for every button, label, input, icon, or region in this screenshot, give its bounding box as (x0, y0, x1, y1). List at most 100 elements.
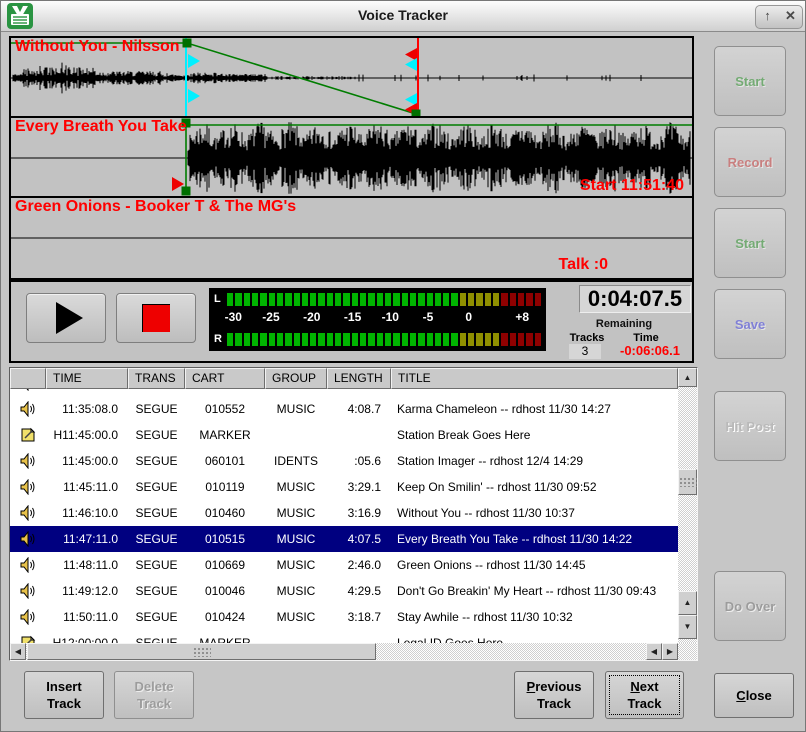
cell-group: IDENTS (265, 454, 327, 468)
scroll-right-icon[interactable]: ▶ (662, 643, 678, 660)
cell-title: Karma Chameleon -- rdhost 11/30 14:27 (391, 402, 678, 416)
vertical-scroll-thumb[interactable] (678, 469, 697, 495)
cell-group: MUSIC (265, 480, 327, 494)
track-1[interactable]: Without You - Nilsson (11, 38, 692, 118)
cell-cart: 010119 (185, 480, 265, 494)
next-track-button[interactable]: NextTrack (605, 671, 684, 719)
log-row[interactable]: 11:49:12.0SEGUE010046MUSIC4:29.5Don't Go… (10, 578, 678, 604)
scroll-up-2-icon[interactable]: ▲ (678, 591, 697, 615)
scrollbar-corner (678, 643, 697, 660)
meter-segment (385, 333, 391, 346)
column-header-TRANS[interactable]: TRANS (128, 368, 185, 389)
voice-tracker-window: Voice Tracker ↑ ✕ Wi (0, 0, 806, 732)
meter-segment (244, 293, 250, 306)
close-icon[interactable]: ✕ (779, 6, 802, 28)
log-table-body: 11:35:08.0SEGUE010552MUSIC4:08.7Karma Ch… (10, 389, 678, 643)
meter-scale-label: -10 (382, 310, 399, 324)
scroll-down-icon[interactable]: ▼ (678, 615, 697, 639)
column-header-icon[interactable] (10, 368, 46, 389)
do-over-button[interactable]: Do Over (714, 571, 786, 641)
log-row[interactable]: 11:50:11.0SEGUE010424MUSIC3:18.7Stay Awh… (10, 604, 678, 630)
meter-segment (402, 293, 408, 306)
column-header-CART[interactable]: CART (185, 368, 265, 389)
track-2[interactable]: Every Breath You Take Start 11:51:40 (11, 118, 692, 198)
meter-scale-label: 0 (465, 310, 472, 324)
meter-segment (335, 333, 341, 346)
play-button[interactable] (26, 293, 106, 343)
log-row[interactable]: 11:35:08.0SEGUE010552MUSIC4:08.7Karma Ch… (10, 396, 678, 422)
vertical-scrollbar[interactable]: ▲ ▲ ▼ (678, 368, 697, 643)
start-2-button[interactable]: Start (714, 208, 786, 278)
meter-segment (310, 293, 316, 306)
column-header-LENGTH[interactable]: LENGTH (327, 368, 391, 389)
meter-segment (252, 333, 258, 346)
delete-track-button[interactable]: DeleteTrack (114, 671, 194, 719)
meter-segment (435, 293, 441, 306)
scroll-left-2-icon[interactable]: ◀ (646, 643, 662, 660)
cell-time: 11:49:12.0 (46, 584, 128, 598)
cell-cart: 010552 (185, 402, 265, 416)
cell-length: 4:08.7 (327, 402, 391, 416)
meter-segment (318, 333, 324, 346)
meter-scale-label: -5 (423, 310, 434, 324)
cell-cart: MARKER (185, 636, 265, 643)
meter-segment (385, 293, 391, 306)
speaker-icon (10, 531, 46, 547)
cell-trans: SEGUE (128, 610, 185, 624)
meter-left-segments (227, 293, 541, 306)
play-icon (56, 302, 83, 334)
track-3[interactable]: Green Onions - Booker T & The MG's Talk … (11, 198, 692, 282)
close-button[interactable]: Close (714, 673, 794, 718)
scroll-up-icon[interactable]: ▲ (678, 368, 697, 387)
cell-trans: SEGUE (128, 506, 185, 520)
horizontal-scrollbar[interactable]: ◀ ◀ ▶ (10, 643, 678, 660)
meter-segment (485, 333, 491, 346)
column-header-GROUP[interactable]: GROUP (265, 368, 327, 389)
start-1-button[interactable]: Start (714, 46, 786, 116)
meter-segment (410, 333, 416, 346)
track-2-title: Every Breath You Take (15, 118, 187, 136)
maximize-icon[interactable]: ↑ (756, 6, 779, 28)
meter-segment (360, 333, 366, 346)
meter-scale-label: -20 (303, 310, 320, 324)
cell-title: Keep On Smilin' -- rdhost 11/30 09:52 (391, 480, 678, 494)
meter-segment (418, 293, 424, 306)
cell-time: 11:45:11.0 (46, 480, 128, 494)
marker-icon (10, 635, 46, 643)
previous-track-button[interactable]: PreviousTrack (514, 671, 594, 719)
log-row[interactable]: H12:00:00.0SEGUEMARKERLegal ID Goes Here (10, 630, 678, 643)
waveform-panel: Without You - Nilsson Every Breath You T… (9, 36, 694, 363)
log-row[interactable]: 11:45:11.0SEGUE010119MUSIC3:29.1Keep On … (10, 474, 678, 500)
log-row[interactable] (10, 389, 678, 396)
thumb-grip (193, 647, 211, 657)
track-3-title: Green Onions - Booker T & The MG's (15, 198, 296, 216)
meter-segment (269, 293, 275, 306)
column-header-TITLE[interactable]: TITLE (391, 368, 678, 389)
hit-post-button[interactable]: Hit Post (714, 391, 786, 461)
column-header-TIME[interactable]: TIME (46, 368, 128, 389)
log-row[interactable]: 11:48:11.0SEGUE010669MUSIC2:46.0Green On… (10, 552, 678, 578)
save-button[interactable]: Save (714, 289, 786, 359)
horizontal-scroll-thumb[interactable] (27, 643, 376, 660)
remaining-time-value: -0:06:06.1 (609, 343, 691, 359)
cell-title: Don't Go Breakin' My Heart -- rdhost 11/… (391, 584, 678, 598)
meter-segment (451, 333, 457, 346)
cell-cart: 010046 (185, 584, 265, 598)
meter-segment (360, 293, 366, 306)
stop-button[interactable] (116, 293, 196, 343)
cell-length: 3:29.1 (327, 480, 391, 494)
insert-track-button[interactable]: InsertTrack (24, 671, 104, 719)
meter-segment (235, 293, 241, 306)
scroll-left-icon[interactable]: ◀ (10, 643, 26, 660)
log-table-header: TIMETRANSCARTGROUPLENGTHTITLE (10, 368, 678, 389)
record-button[interactable]: Record (714, 127, 786, 197)
log-row[interactable]: H11:45:00.0SEGUEMARKERStation Break Goes… (10, 422, 678, 448)
log-row[interactable]: 11:45:00.0SEGUE060101IDENTS:05.6Station … (10, 448, 678, 474)
cell-cart: 010460 (185, 506, 265, 520)
meter-segment (343, 293, 349, 306)
log-row[interactable]: 11:46:10.0SEGUE010460MUSIC3:16.9Without … (10, 500, 678, 526)
meter-segment (493, 333, 499, 346)
cell-length: 3:16.9 (327, 506, 391, 520)
log-row[interactable]: 11:47:11.0SEGUE010515MUSIC4:07.5Every Br… (10, 526, 678, 552)
cell-title: Legal ID Goes Here (391, 636, 678, 643)
